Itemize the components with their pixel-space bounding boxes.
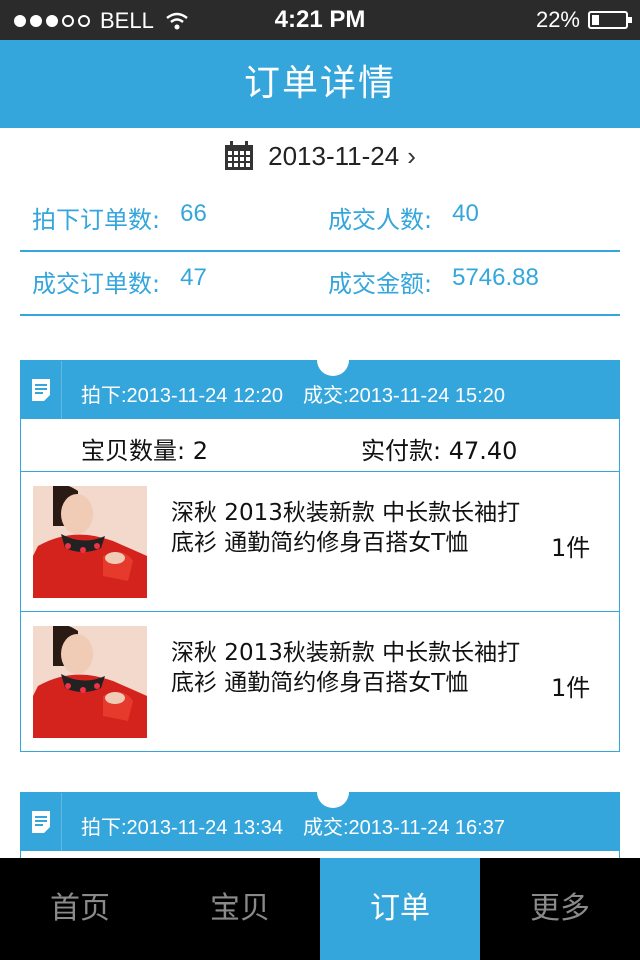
stat-placed-orders: 拍下订单数: 66 — [32, 200, 207, 235]
nav-bar: 订单详情 — [0, 40, 640, 128]
order-header: 拍下:2013-11-24 13:34 成交:2013-11-24 16:37 — [21, 792, 619, 851]
document-icon — [21, 793, 62, 851]
order-card[interactable]: 拍下:2013-11-24 12:20 成交:2013-11-24 15:20 … — [20, 360, 620, 752]
tab-bar: 首页 宝贝 订单 更多 — [0, 858, 640, 960]
stat-deal-orders: 成交订单数: 47 — [32, 264, 207, 299]
product-title: 深秋 2013秋装新款 中长款长袖打底衫 通勤简约修身百搭女T恤 — [171, 500, 521, 556]
item-count: 宝贝数量: 2 — [81, 437, 209, 465]
document-icon — [21, 361, 62, 419]
stat-value: 47 — [180, 264, 207, 291]
card-notch — [317, 360, 349, 376]
battery-percent: 22% — [535, 7, 580, 32]
status-bar: BELL 4:21 PM 22% — [0, 0, 640, 40]
stat-label: 拍下订单数: — [32, 206, 161, 234]
tab-orders[interactable]: 订单 — [320, 858, 480, 960]
order-placed-time: 拍下:2013-11-24 12:20 — [81, 385, 283, 407]
product-quantity: 1件 — [551, 534, 591, 562]
stat-deal-amount: 成交金额: 5746.88 — [328, 264, 539, 299]
page-title: 订单详情 — [243, 63, 396, 104]
stats-row: 拍下订单数: 66 成交人数: 40 — [20, 186, 620, 252]
battery-icon — [588, 11, 632, 29]
date-selector[interactable]: 2013-11-24 › — [0, 128, 640, 184]
card-notch — [317, 792, 349, 808]
order-paid-time: 成交:2013-11-24 15:20 — [302, 385, 505, 407]
product-thumbnail — [33, 486, 147, 598]
stat-label: 成交金额: — [328, 270, 433, 298]
stats-row: 成交订单数: 47 成交金额: 5746.88 — [20, 250, 620, 316]
order-placed-time: 拍下:2013-11-24 13:34 — [81, 817, 283, 839]
tab-more[interactable]: 更多 — [480, 858, 640, 960]
order-summary: 宝贝数量: 2 实付款: 47.40 — [21, 419, 619, 472]
paid-amount: 实付款: 47.40 — [361, 437, 518, 465]
chevron-right-icon: › — [407, 140, 416, 171]
order-header: 拍下:2013-11-24 12:20 成交:2013-11-24 15:20 — [21, 360, 619, 419]
battery-status: 22% — [535, 7, 632, 33]
stat-buyers: 成交人数: 40 — [328, 200, 479, 235]
stat-value: 40 — [452, 200, 479, 227]
tab-items[interactable]: 宝贝 — [160, 858, 320, 960]
product-thumbnail — [33, 626, 147, 738]
order-paid-time: 成交:2013-11-24 16:37 — [302, 817, 505, 839]
stat-label: 成交订单数: — [32, 270, 161, 298]
product-title: 深秋 2013秋装新款 中长款长袖打底衫 通勤简约修身百搭女T恤 — [171, 640, 521, 696]
product-quantity: 1件 — [551, 674, 591, 702]
order-item[interactable]: 深秋 2013秋装新款 中长款长袖打底衫 通勤简约修身百搭女T恤 1件 — [21, 472, 619, 612]
stat-label: 成交人数: — [328, 206, 433, 234]
stat-value: 5746.88 — [452, 264, 539, 291]
stat-value: 66 — [180, 200, 207, 227]
tab-home[interactable]: 首页 — [0, 858, 160, 960]
order-item[interactable]: 深秋 2013秋装新款 中长款长袖打底衫 通勤简约修身百搭女T恤 1件 — [21, 612, 619, 751]
calendar-icon — [225, 141, 254, 170]
date-value: 2013-11-24 — [268, 140, 400, 171]
